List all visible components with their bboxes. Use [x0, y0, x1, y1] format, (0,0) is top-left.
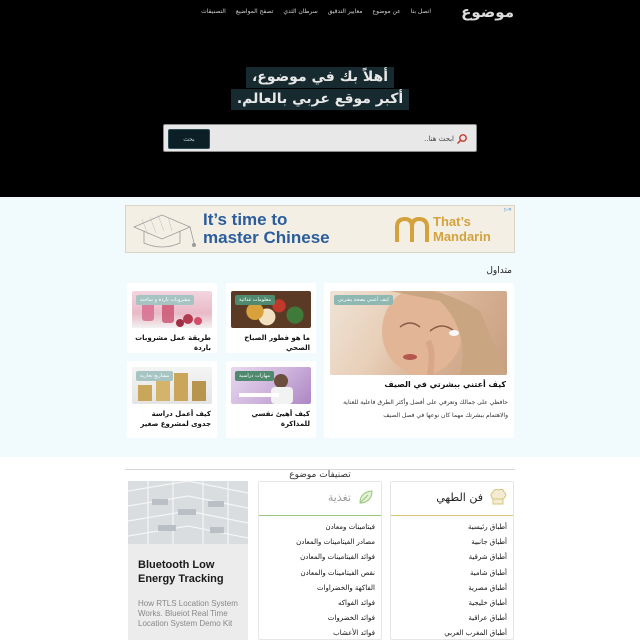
floorplan-illustration	[128, 481, 248, 544]
category-header[interactable]: فن الطهي	[391, 482, 513, 516]
article-badge[interactable]: مشاريع تجارية	[136, 371, 174, 381]
category-link[interactable]: أطباق رئيسية	[444, 520, 507, 535]
categories-heading-text: تصنيفات موضوع	[283, 470, 357, 480]
category-link[interactable]: أطباق المغرب العربي	[444, 626, 507, 639]
article-title[interactable]: كيف أهيئ نفسي للمذاكرة	[230, 409, 310, 429]
hero-title: أهلاً بك في موضوع، أكبر موقع عربي بالعال…	[0, 66, 640, 110]
category-box-cooking: فن الطهي أطباق رئيسية أطباق جانبية أطباق…	[390, 481, 514, 640]
ad-brand-line-1: That’s	[433, 214, 471, 229]
ad-headline-line-2: master Chinese	[203, 228, 330, 247]
hero-section: موضوع التصنيفات تصفح المواضيع سرطان الثد…	[0, 0, 640, 197]
article-badge[interactable]: مشروبات باردة و ساخنة	[136, 295, 195, 305]
categories-heading: تصنيفات موضوع	[0, 462, 640, 481]
article-card[interactable]: مشروبات باردة و ساخنة طريقة عمل مشروبات …	[127, 283, 217, 353]
category-header[interactable]: تغذية	[259, 482, 381, 516]
category-link[interactable]: أطباق خليجية	[444, 596, 507, 611]
featured-article-title[interactable]: كيف أعتني ببشرتي في الصيف	[336, 380, 506, 390]
search-input[interactable]	[216, 129, 454, 149]
hero-title-line-2: أكبر موقع عربي بالعالم.	[230, 89, 410, 110]
nav-item-contact[interactable]: اتصل بنا	[411, 8, 431, 15]
category-title[interactable]: فن الطهي	[436, 491, 483, 504]
nav-item-browse-topics[interactable]: تصفح المواضيع	[236, 8, 274, 15]
category-link[interactable]: أطباق عراقية	[444, 611, 507, 626]
category-link[interactable]: فيتامينات ومعادن	[296, 520, 375, 535]
nav-item-breast-cancer[interactable]: سرطان الثدي	[283, 8, 317, 15]
chef-hat-icon	[490, 488, 507, 505]
graduation-cap-icon	[132, 214, 196, 248]
ad-banner[interactable]: It’s time to master Chinese That’s Manda…	[125, 205, 515, 253]
article-card[interactable]: مهارات دراسية كيف أهيئ نفسي للمذاكرة	[226, 361, 316, 438]
side-ad-title[interactable]: Bluetooth Low Energy Tracking	[138, 558, 242, 586]
trending-heading: متداول	[486, 266, 512, 276]
featured-badge[interactable]: كيف أعتني بصحة بشرتي	[334, 295, 394, 305]
top-navigation: التصنيفات تصفح المواضيع سرطان الثدي معاي…	[201, 8, 431, 15]
nav-item-about[interactable]: عن موضوع	[373, 8, 401, 15]
category-link[interactable]: فوائد الفيتامينات والمعادن	[296, 550, 375, 565]
category-link[interactable]: نقص الفيتامينات والمعادن	[296, 566, 375, 581]
category-title[interactable]: تغذية	[328, 491, 351, 504]
ad-brand-line-2: Mandarin	[433, 229, 491, 244]
article-title[interactable]: كيف أعمل دراسة جدوى لمشروع صغير	[131, 409, 211, 429]
article-title[interactable]: ما هو فطور الصباح الصحي	[230, 333, 310, 353]
hero-title-line-1: أهلاً بك في موضوع،	[245, 67, 394, 88]
article-image: مشروبات باردة و ساخنة	[132, 291, 212, 328]
category-link[interactable]: أطباق مصرية	[444, 581, 507, 596]
category-list: فيتامينات ومعادن مصادر الفيتامينات والمع…	[296, 520, 375, 639]
category-link[interactable]: أطباق شامية	[444, 566, 507, 581]
search-button[interactable]: بحث	[168, 129, 210, 149]
featured-article-description: حافظي على جمالك وتعرفي على أفضل وأكثر ال…	[343, 399, 508, 419]
category-link[interactable]: فوائد الفواكه	[296, 596, 375, 611]
category-list: أطباق رئيسية أطباق جانبية أطباق شرقية أط…	[444, 520, 507, 639]
category-link[interactable]: مصادر الفيتامينات والمعادن	[296, 535, 375, 550]
mandarin-logo-icon	[395, 217, 429, 242]
article-image: معلومات غذائية	[231, 291, 311, 328]
article-card[interactable]: معلومات غذائية ما هو فطور الصباح الصحي	[226, 283, 316, 353]
nav-item-categories[interactable]: التصنيفات	[201, 8, 226, 15]
ad-headline-line-1: It’s time to	[203, 210, 288, 229]
side-ad-text: How RTLS Location System Works. Blueiot …	[138, 599, 238, 628]
site-logo[interactable]: موضوع	[461, 3, 514, 21]
category-box-nutrition: تغذية فيتامينات ومعادن مصادر الفيتامينات…	[258, 481, 382, 640]
category-link[interactable]: أطباق جانبية	[444, 535, 507, 550]
category-link[interactable]: فوائد الخضروات	[296, 611, 375, 626]
ad-info-icon[interactable]: ▷✕	[504, 207, 512, 213]
search-icon	[457, 134, 467, 144]
category-link[interactable]: فوائد الأعشاب	[296, 626, 375, 639]
article-title[interactable]: طريقة عمل مشروبات باردة	[131, 333, 211, 353]
article-image: مهارات دراسية	[231, 367, 311, 404]
article-image: مشاريع تجارية	[132, 367, 212, 404]
article-badge[interactable]: معلومات غذائية	[235, 295, 276, 305]
nav-item-audit-standards[interactable]: معايير التدقيق	[328, 8, 363, 15]
article-card[interactable]: مشاريع تجارية كيف أعمل دراسة جدوى لمشروع…	[127, 361, 217, 438]
featured-article-image: كيف أعتني بصحة بشرتي	[330, 291, 507, 375]
leaf-icon	[359, 490, 373, 504]
featured-article-card[interactable]: كيف أعتني بصحة بشرتي كيف أعتني ببشرتي في…	[324, 283, 514, 438]
article-badge[interactable]: مهارات دراسية	[235, 371, 275, 381]
category-link[interactable]: أطباق شرقية	[444, 550, 507, 565]
side-ad[interactable]: Bluetooth Low Energy Tracking How RTLS L…	[128, 481, 248, 640]
category-link[interactable]: الفاكهة والخضراوات	[296, 581, 375, 596]
search-bar: بحث	[163, 124, 477, 152]
